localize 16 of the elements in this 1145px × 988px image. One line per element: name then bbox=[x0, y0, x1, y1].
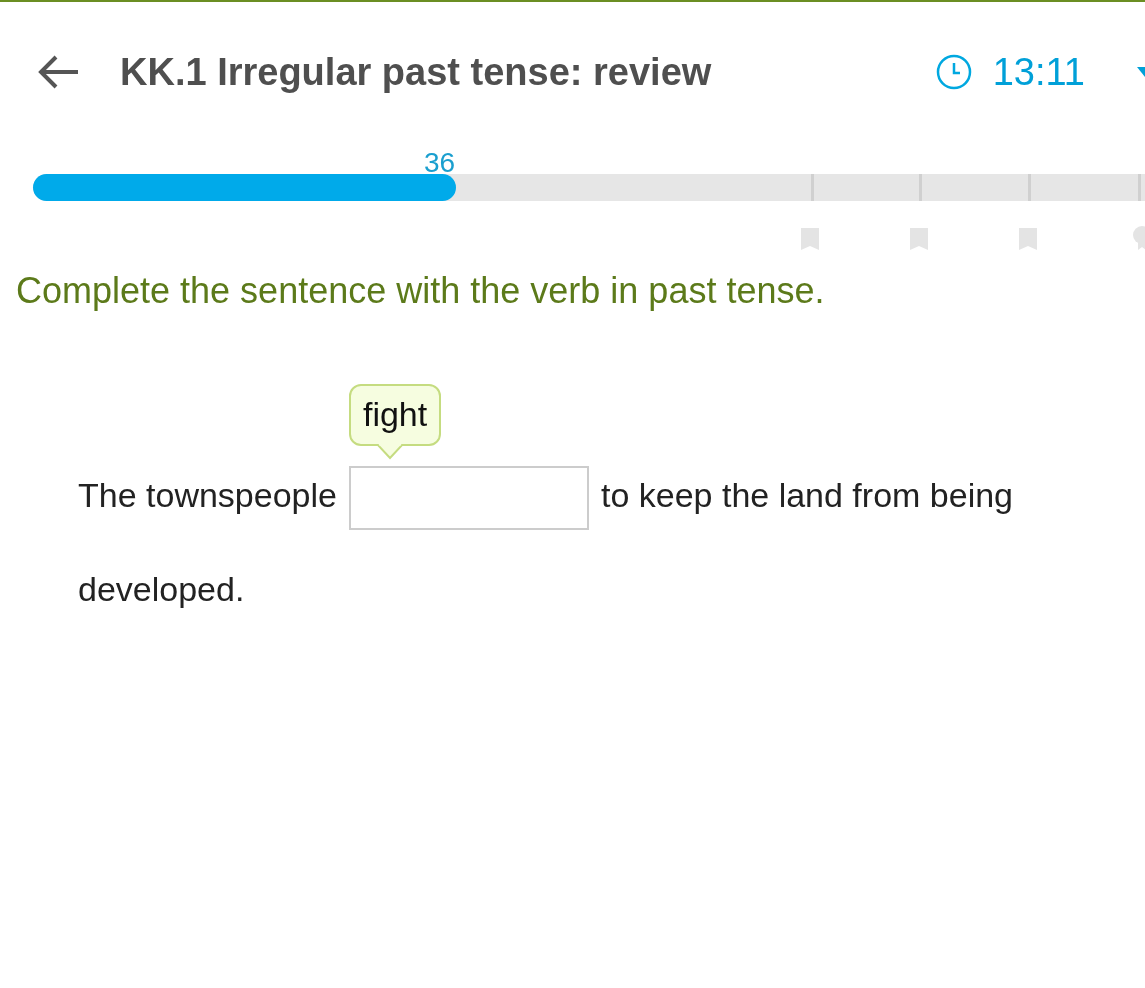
sentence-text: to keep the land from being bbox=[600, 476, 1013, 514]
sentence-text: developed. bbox=[78, 570, 245, 608]
score: 36 bbox=[423, 146, 456, 180]
instruction-text: Complete the sentence with the verb in past tense. bbox=[16, 269, 826, 313]
page-title: KK.1 Irregular past tense: review bbox=[120, 49, 712, 95]
sentence-text: The townspeople bbox=[78, 476, 337, 514]
bookmark-icon bbox=[801, 228, 819, 250]
timer: 13:11 bbox=[992, 49, 1085, 95]
bookmark-icon bbox=[1019, 228, 1037, 250]
bookmark-icon bbox=[910, 228, 928, 250]
dropdown-caret-icon[interactable] bbox=[1137, 67, 1145, 77]
bubble-pointer-icon bbox=[376, 444, 403, 460]
clock-icon bbox=[934, 53, 973, 91]
back-arrow-icon[interactable] bbox=[38, 54, 80, 90]
hint-bubble: fight bbox=[348, 384, 442, 446]
answer-field[interactable] bbox=[348, 466, 589, 530]
